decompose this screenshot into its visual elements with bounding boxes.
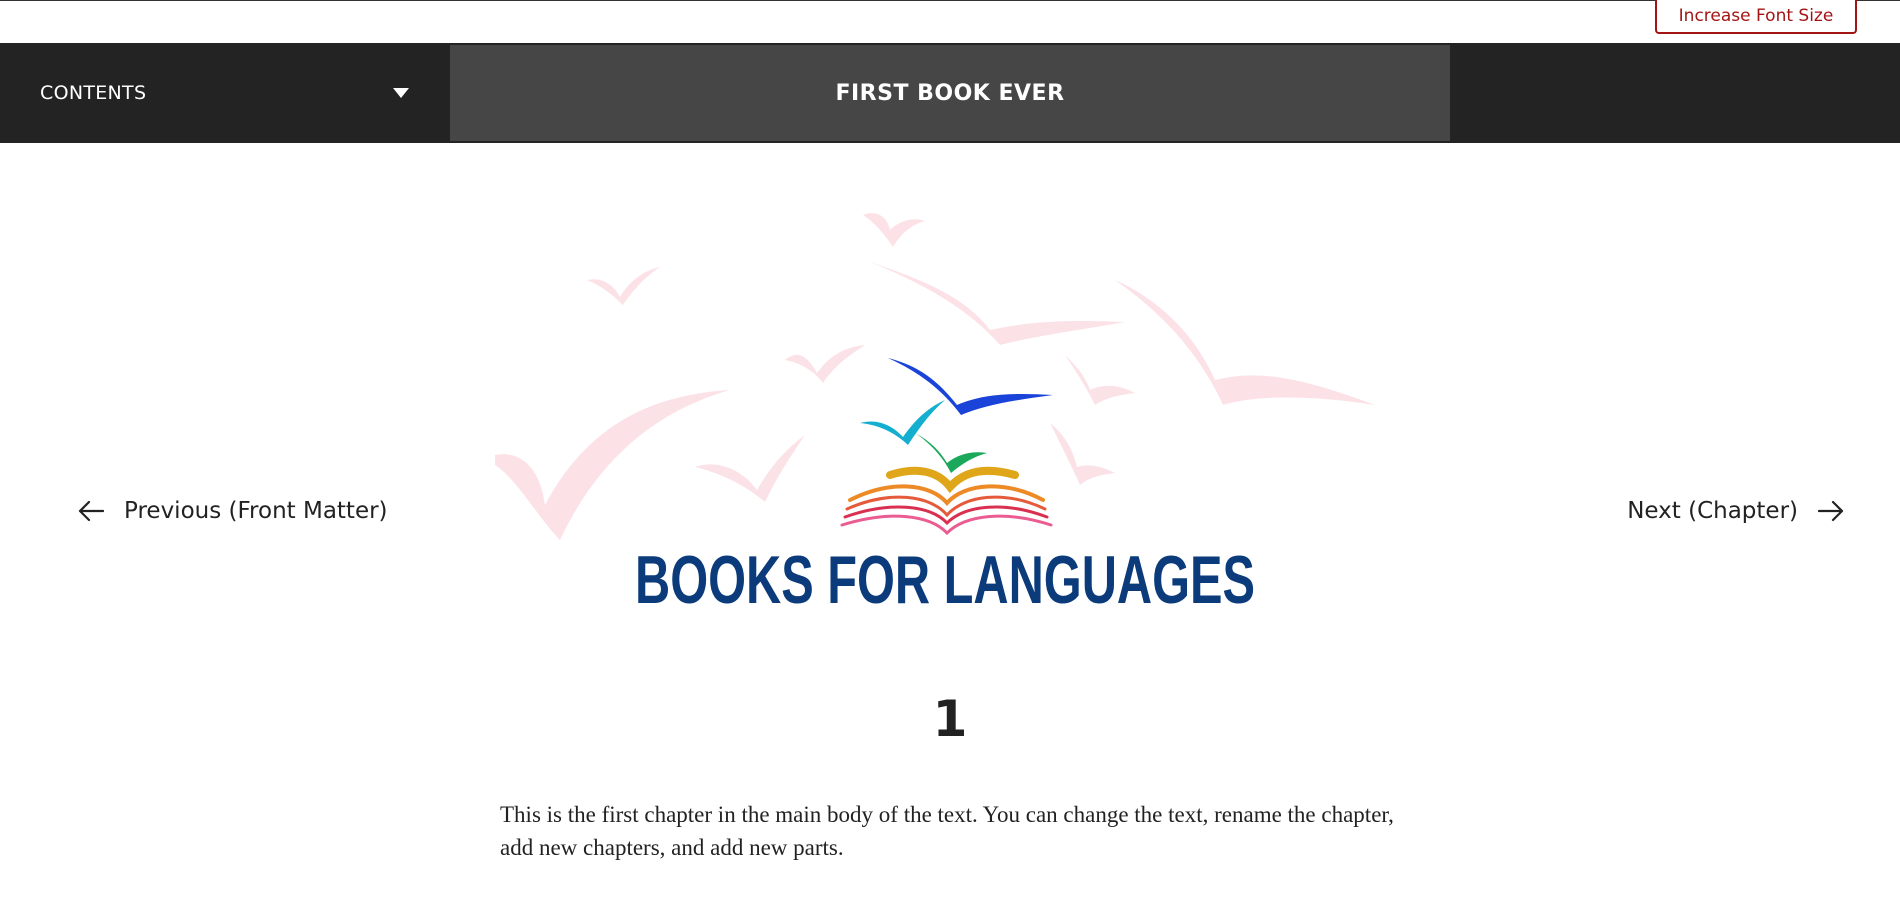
cyan-bird-icon [860,400,945,445]
background-birds-icon [495,213,1375,540]
book-title-link[interactable]: FIRST BOOK EVER [835,81,1064,106]
next-page-link[interactable]: Next (Chapter) [1627,498,1844,524]
open-book-icon [840,466,1053,536]
contents-dropdown-toggle[interactable]: CONTENTS [0,43,450,143]
previous-page-label: Previous (Front Matter) [124,498,388,524]
logo-graphic: BOOKS FOR LANGUAGES [495,213,1375,618]
chapter-body-text: This is the first chapter in the main bo… [500,802,1394,860]
accessibility-bar: Increase Font Size [0,0,1900,43]
arrow-left-icon [78,500,104,522]
green-bird-icon [915,433,987,473]
previous-page-link[interactable]: Previous (Front Matter) [78,498,388,524]
book-title-bar: FIRST BOOK EVER [450,45,1450,141]
increase-font-size-button[interactable]: Increase Font Size [1655,0,1857,34]
caret-down-icon [393,88,409,98]
logo-wordmark: BOOKS FOR LANGUAGES [635,542,1255,618]
chapter-number: 1 [932,690,968,748]
books-for-languages-logo: BOOKS FOR LANGUAGES [495,205,1395,625]
book-header: CONTENTS FIRST BOOK EVER [0,43,1900,143]
blue-bird-icon [888,358,1053,415]
contents-label: CONTENTS [40,82,147,104]
arrow-right-icon [1818,500,1844,522]
next-page-label: Next (Chapter) [1627,498,1798,524]
